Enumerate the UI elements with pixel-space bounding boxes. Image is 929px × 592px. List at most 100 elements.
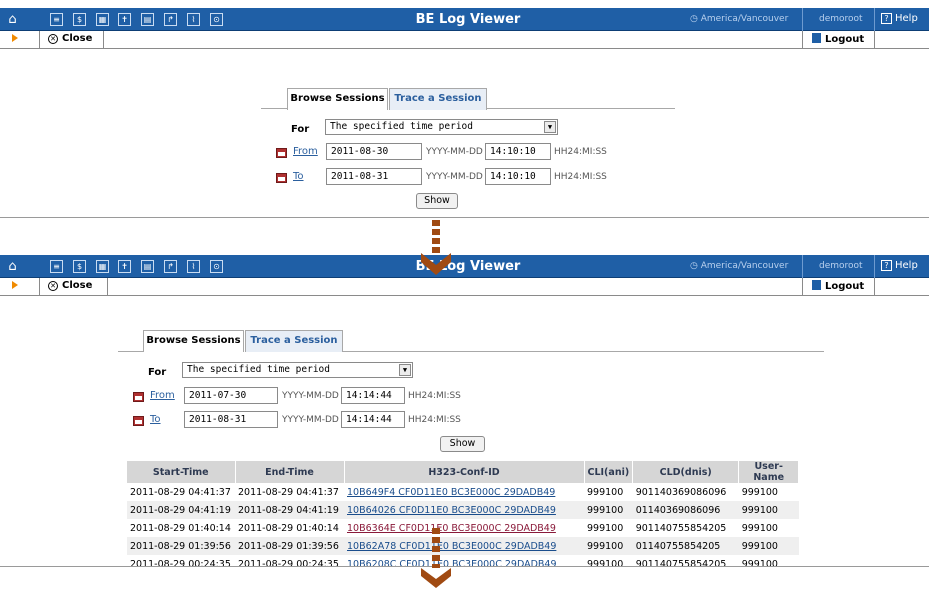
person-icon[interactable]: ✝	[118, 260, 131, 273]
conf-id-link[interactable]: 10B62A78 CF0D11E0 BC3E000C 29DADB49	[347, 541, 556, 552]
user-name-cell: 999100	[741, 522, 778, 534]
chart-icon[interactable]: ⌇	[187, 260, 200, 273]
logout-label: Logout	[825, 34, 865, 45]
cld-cell: 01140755854205	[632, 537, 739, 555]
sessions-table: Start-Time End-Time H323-Conf-ID CLI(ani…	[127, 461, 800, 567]
date-format-hint: YYYY-MM-DD	[426, 147, 483, 157]
screenshot-after: ⌂ ≡ $ ▦ ✝ ▤ ↱ ⌇ ⊙ BE Log Viewer ◷ Americ…	[0, 255, 929, 567]
conf-id-link[interactable]: 10B649F4 CF0D11E0 BC3E000C 29DADB49	[347, 487, 555, 498]
end-time-cell: 2011-08-29 04:41:37	[238, 486, 339, 498]
grid-icon[interactable]: ▦	[96, 13, 109, 26]
person-icon[interactable]: ✝	[118, 13, 131, 26]
from-time-input[interactable]: 14:14:44	[341, 387, 405, 404]
to-date-input[interactable]: 2011-08-31	[184, 411, 278, 428]
from-link[interactable]: From	[293, 146, 318, 157]
close-label: Close	[62, 33, 93, 44]
timezone-label: America/Vancouver	[700, 261, 789, 271]
user-name-cell: 999100	[741, 486, 778, 498]
top-navigation-bar: ⌂ ≡ $ ▦ ✝ ▤ ↱ ⌇ ⊙ BE Log Viewer ◷ Americ…	[0, 255, 929, 278]
dollar-icon[interactable]: $	[73, 13, 86, 26]
column-header[interactable]: CLI(ani)	[584, 461, 634, 483]
from-time-input[interactable]: 14:10:10	[485, 143, 551, 160]
dollar-icon[interactable]: $	[73, 260, 86, 273]
conf-id-link[interactable]: 10B6364E CF0D11E0 BC3E000C 29DADB49	[347, 523, 556, 534]
calendar-icon[interactable]	[133, 392, 144, 402]
end-time-cell: 2011-08-29 01:39:56	[235, 537, 344, 555]
column-header[interactable]: H323-Conf-ID	[344, 461, 585, 483]
flow-arrow-line	[432, 528, 440, 568]
export-icon[interactable]: ↱	[164, 13, 177, 26]
list-icon[interactable]: ≡	[50, 260, 63, 273]
conf-id-link[interactable]: 10B64026 CF0D11E0 BC3E000C 29DADB49	[347, 505, 556, 516]
to-date-input[interactable]: 2011-08-31	[326, 168, 422, 185]
action-toolbar: ✕ Close Logout	[0, 31, 929, 49]
end-time-cell: 2011-08-29 01:40:14	[238, 522, 339, 534]
close-icon: ✕	[48, 34, 58, 44]
cld-cell: 901140755854205	[635, 522, 727, 534]
search-icon[interactable]: ⊙	[210, 260, 223, 273]
grid-icon[interactable]: ▦	[96, 260, 109, 273]
list-icon[interactable]: ≡	[50, 13, 63, 26]
help-link[interactable]: ? Help	[881, 13, 918, 24]
search-icon[interactable]: ⊙	[210, 13, 223, 26]
chevron-down-icon: ▼	[399, 364, 411, 376]
show-button[interactable]: Show	[440, 436, 485, 452]
user-link[interactable]: demoroot	[819, 261, 863, 271]
menu-arrow-icon[interactable]	[12, 34, 18, 42]
timezone-link[interactable]: ◷ America/Vancouver	[690, 261, 788, 271]
chart-icon[interactable]: ⌇	[187, 13, 200, 26]
to-link[interactable]: To	[150, 414, 161, 425]
show-button[interactable]: Show	[416, 193, 458, 209]
conf-id-cell: 10B64026 CF0D11E0 BC3E000C 29DADB49	[344, 501, 584, 519]
flow-chevron-icon	[421, 568, 451, 588]
flow-arrow-line	[432, 220, 440, 253]
page-title: BE Log Viewer	[415, 259, 521, 274]
tab-browse-sessions[interactable]: Browse Sessions	[287, 88, 388, 110]
user-link[interactable]: demoroot	[819, 14, 863, 24]
period-select[interactable]: The specified time period ▼	[182, 362, 413, 378]
period-select-value: The specified time period	[330, 121, 473, 132]
column-header[interactable]: Start-Time	[127, 461, 236, 483]
from-link[interactable]: From	[150, 390, 175, 401]
timezone-link[interactable]: ◷ America/Vancouver	[690, 14, 788, 24]
tab-trace-session[interactable]: Trace a Session	[389, 88, 487, 110]
user-name-cell: 999100	[738, 537, 799, 555]
export-icon[interactable]: ↱	[164, 260, 177, 273]
from-date-input[interactable]: 2011-07-30	[184, 387, 278, 404]
calendar-icon[interactable]	[276, 148, 287, 158]
logout-icon	[812, 33, 821, 43]
help-link[interactable]: ? Help	[881, 260, 918, 271]
for-label: For	[148, 367, 167, 378]
start-time-cell: 2011-08-29 01:40:14	[130, 522, 231, 534]
calendar-icon[interactable]	[133, 416, 144, 426]
logout-button[interactable]: Logout	[812, 280, 864, 292]
home-icon[interactable]: ⌂	[6, 13, 19, 26]
calendar-icon[interactable]	[276, 173, 287, 183]
network-icon[interactable]: ▤	[141, 260, 154, 273]
column-header[interactable]: User-Name	[738, 461, 800, 483]
start-time-cell: 2011-08-29 04:41:37	[130, 486, 231, 498]
conf-id-cell: 10B649F4 CF0D11E0 BC3E000C 29DADB49	[344, 483, 584, 501]
for-label: For	[291, 124, 310, 135]
network-icon[interactable]: ▤	[141, 13, 154, 26]
period-select[interactable]: The specified time period ▼	[325, 119, 558, 135]
menu-arrow-icon[interactable]	[12, 281, 18, 289]
user-name-cell: 999100	[738, 501, 799, 519]
close-button[interactable]: ✕ Close	[48, 33, 92, 44]
timezone-label: America/Vancouver	[700, 14, 789, 24]
column-header[interactable]: CLD(dnis)	[632, 461, 740, 483]
conf-id-cell: 10B6208C CF0D11E0 BC3E000C 29DADB49	[344, 555, 584, 567]
logout-button[interactable]: Logout	[812, 33, 864, 45]
to-time-input[interactable]: 14:14:44	[341, 411, 405, 428]
to-time-input[interactable]: 14:10:10	[485, 168, 551, 185]
home-icon[interactable]: ⌂	[6, 260, 19, 273]
column-header[interactable]: End-Time	[235, 461, 345, 483]
from-date-input[interactable]: 2011-08-30	[326, 143, 422, 160]
close-button[interactable]: ✕ Close	[48, 280, 92, 291]
cli-cell: 999100	[587, 522, 624, 534]
to-link[interactable]: To	[293, 171, 304, 182]
table-row: 2011-08-29 01:40:14 2011-08-29 01:40:14 …	[127, 519, 799, 537]
date-format-hint: YYYY-MM-DD	[426, 172, 483, 182]
tab-trace-session[interactable]: Trace a Session	[245, 330, 343, 352]
tab-browse-sessions[interactable]: Browse Sessions	[143, 330, 244, 352]
